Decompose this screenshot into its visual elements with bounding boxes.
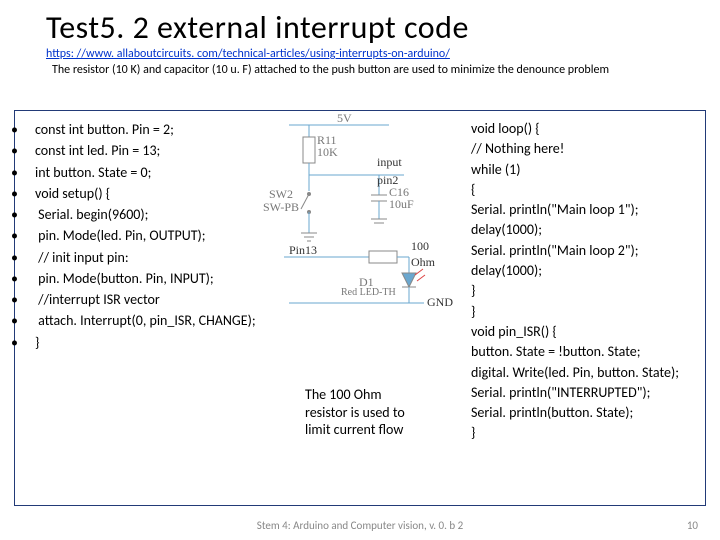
code-line: while (1) [471,160,699,180]
code-line: } [471,302,699,322]
label-gnd: GND [427,295,453,310]
code-line: void loop() { [471,119,699,139]
label-r11v: 10K [317,145,338,160]
content-box: •const int button. Pin = 2; •const int l… [14,110,706,506]
label-c16v: 10uF [389,197,414,212]
slide-title: Test5. 2 external interrupt code [0,0,720,47]
code-line: Serial. println(button. State); [471,403,699,423]
circuit-diagram: 5V R11 10K SW2 SW-PB input pin2 C16 10uF… [259,115,454,325]
code-line: //interrupt ISR vector [35,291,160,308]
code-line: void pin_ISR() { [471,322,699,342]
label-d1n: Red LED-TH [341,287,396,298]
code-line: } [35,334,39,351]
code-line: } [471,281,699,301]
code-line: Serial. println("Main loop 1"); [471,200,699,220]
subheading: The resistor (10 K) and capacitor (10 u.… [0,61,720,78]
code-line: digital. Write(led. Pin, button. State); [471,363,699,383]
code-right-column: void loop() { // Nothing here! while (1)… [471,119,699,444]
code-line: // init input pin: [35,249,129,266]
code-line: // Nothing here! [471,139,699,159]
code-line: pin. Mode(button. Pin, INPUT); [35,270,214,287]
code-line: int button. State = 0; [35,164,151,181]
label-input: input [377,155,402,170]
code-left-column: •const int button. Pin = 2; •const int l… [19,119,259,353]
source-link[interactable]: https: //www. allaboutcircuits. com/tech… [0,47,720,61]
code-line: attach. Interrupt(0, pin_ISR, CHANGE); [35,312,256,329]
label-swn: SW-PB [263,200,299,215]
code-line: void setup() { [35,185,110,202]
code-line: button. State = !button. State; [471,342,699,362]
label-100: 100 [411,239,429,254]
footer-text: Stem 4: Arduino and Computer vision, v. … [0,519,720,532]
label-5v: 5V [337,111,352,126]
code-line: const int led. Pin = 13; [35,142,160,159]
code-line: } [471,423,699,443]
code-line: Serial. println("INTERRUPTED"); [471,383,699,403]
resistor-note: The 100 Ohm resistor is used to limit cu… [305,386,425,439]
code-line: delay(1000); [471,261,699,281]
label-ohm: Ohm [411,255,435,270]
code-line: Serial. println("Main loop 2"); [471,241,699,261]
code-line: const int button. Pin = 2; [35,121,174,138]
code-line: Serial. begin(9600); [35,206,148,223]
code-line: pin. Mode(led. Pin, OUTPUT); [35,227,206,244]
code-line: { [471,180,699,200]
page-number: 10 [687,519,698,532]
label-pin13: Pin13 [289,243,317,258]
code-line: delay(1000); [471,220,699,240]
